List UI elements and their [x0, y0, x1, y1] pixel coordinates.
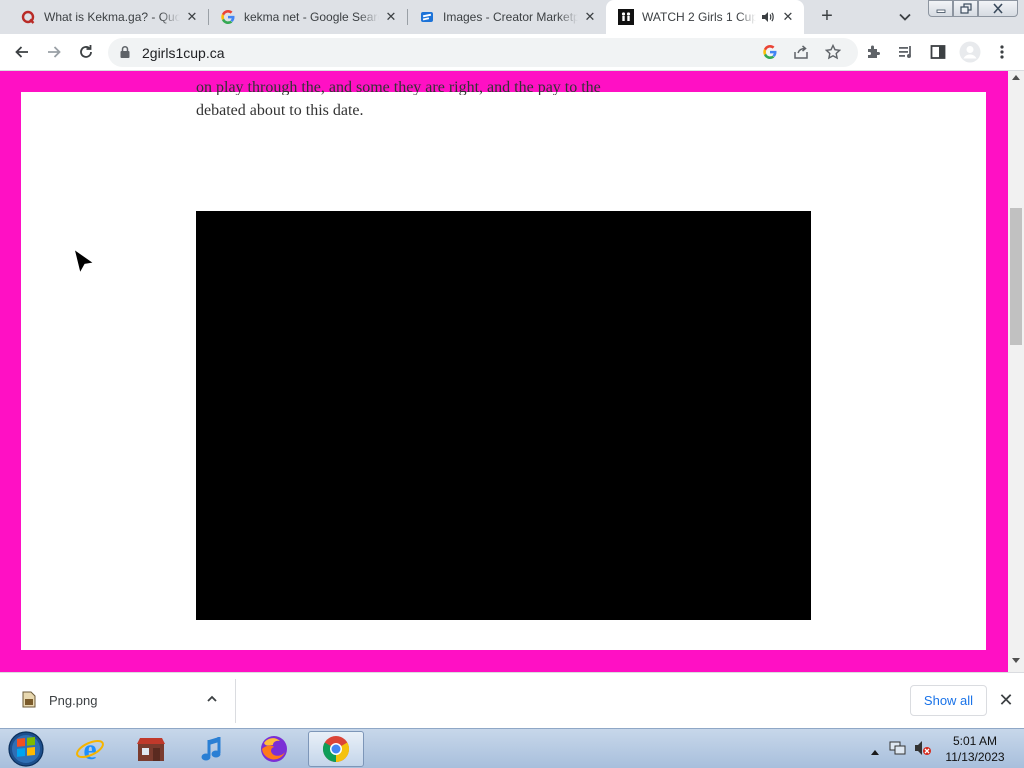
tab-title: Images - Creator Marketplace	[443, 10, 578, 24]
article-text: debated about to this date.	[196, 102, 364, 119]
clock-date[interactable]: 11/13/2023	[940, 750, 1010, 764]
close-window-button[interactable]	[978, 0, 1018, 17]
image-file-icon	[22, 691, 36, 708]
chrome-icon[interactable]	[308, 731, 364, 767]
internet-explorer-icon[interactable]: e	[62, 731, 118, 767]
download-shelf: Png.png Show all ✕	[0, 672, 1024, 728]
start-orb-icon[interactable]	[6, 730, 46, 768]
browser-toolbar: 2girls1cup.ca	[0, 34, 1024, 71]
media-controls-icon[interactable]	[896, 42, 916, 62]
extensions-icon[interactable]	[864, 42, 884, 62]
network-icon[interactable]	[889, 740, 907, 761]
roblox-icon	[419, 9, 435, 25]
menu-kebab-icon[interactable]	[992, 42, 1012, 62]
svg-text:e: e	[83, 734, 96, 764]
restore-button[interactable]	[953, 0, 978, 17]
google-icon	[220, 9, 236, 25]
back-icon[interactable]	[12, 42, 32, 62]
volume-muted-icon[interactable]	[914, 740, 932, 761]
clipped-text-line: on play through the, and some they are r…	[196, 79, 601, 95]
content-area: on play through the, and some they are r…	[21, 79, 986, 650]
clock-time[interactable]: 5:01 AM	[940, 734, 1010, 748]
show-hidden-icons-icon[interactable]	[870, 743, 880, 761]
tab-title: WATCH 2 Girls 1 Cup	[642, 10, 756, 24]
download-file-name: Png.png	[49, 693, 98, 708]
tab-quora[interactable]: What is Kekma.ga? - Quora ✕	[8, 0, 208, 34]
tab-title: kekma net - Google Search	[244, 10, 379, 24]
windows-taskbar: e 5:01 AM 11/13/2023	[0, 728, 1024, 768]
store-app-icon[interactable]	[123, 731, 179, 767]
tab-strip: What is Kekma.ga? - Quora ✕ kekma net - …	[0, 0, 1024, 34]
site-icon	[618, 9, 634, 25]
mouse-cursor-icon	[72, 247, 96, 278]
tab-search-chevron-icon[interactable]	[896, 8, 914, 26]
show-all-button[interactable]: Show all	[910, 685, 987, 716]
audio-playing-icon[interactable]	[760, 9, 776, 25]
screen: What is Kekma.ga? - Quora ✕ kekma net - …	[0, 0, 1024, 768]
close-tab-icon[interactable]: ✕	[780, 9, 796, 25]
download-item[interactable]: Png.png	[0, 679, 236, 723]
bookmark-star-icon[interactable]	[824, 43, 842, 65]
itunes-icon[interactable]	[185, 731, 241, 767]
chevron-up-icon[interactable]	[204, 691, 220, 707]
close-tab-icon[interactable]: ✕	[582, 9, 598, 25]
share-icon[interactable]	[793, 44, 809, 65]
lock-icon[interactable]	[119, 45, 131, 64]
tab-watch-2-girls-1-cup[interactable]: WATCH 2 Girls 1 Cup ✕	[606, 0, 804, 34]
scroll-down-arrow-icon[interactable]	[1012, 658, 1020, 663]
address-bar[interactable]: 2girls1cup.ca	[108, 38, 858, 67]
page-viewport: on play through the, and some they are r…	[0, 71, 1008, 672]
close-download-bar-icon[interactable]: ✕	[996, 690, 1016, 710]
vertical-scrollbar[interactable]	[1008, 71, 1024, 672]
quora-icon	[20, 9, 36, 25]
tab-title: What is Kekma.ga? - Quora	[44, 10, 180, 24]
close-tab-icon[interactable]: ✕	[184, 9, 200, 25]
profile-avatar[interactable]	[959, 41, 981, 63]
url-text[interactable]: 2girls1cup.ca	[142, 45, 225, 61]
forward-icon[interactable]	[44, 42, 64, 62]
tab-creator-marketplace[interactable]: Images - Creator Marketplace ✕	[407, 0, 606, 34]
scrollbar-thumb[interactable]	[1010, 208, 1022, 345]
firefox-icon[interactable]	[246, 731, 302, 767]
minimize-button[interactable]	[928, 0, 953, 17]
side-panel-icon[interactable]	[928, 42, 948, 62]
scroll-up-arrow-icon[interactable]	[1012, 75, 1020, 80]
new-tab-button[interactable]: +	[816, 6, 838, 28]
reload-icon[interactable]	[76, 42, 96, 62]
video-player[interactable]	[196, 211, 811, 620]
close-tab-icon[interactable]: ✕	[383, 9, 399, 25]
tab-google-search[interactable]: kekma net - Google Search ✕	[208, 0, 407, 34]
google-lens-icon[interactable]	[762, 44, 778, 65]
